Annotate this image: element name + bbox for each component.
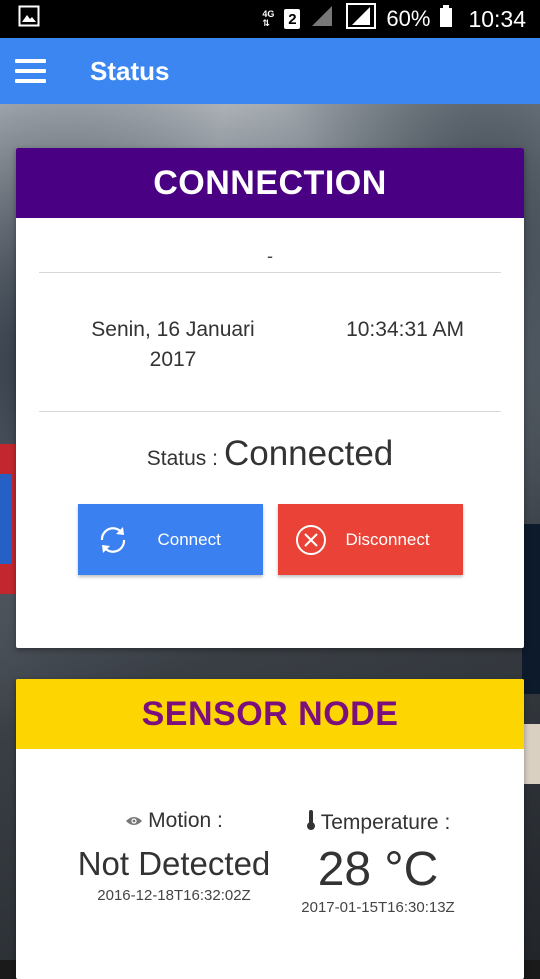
temperature-value: 28 °C <box>317 843 439 896</box>
background-detail <box>524 724 540 784</box>
connection-status: Status : Connected <box>16 434 524 474</box>
system-status-bar: 4G ⇅ 2 60% 10:34 <box>0 0 540 38</box>
divider <box>39 411 501 412</box>
background-detail <box>0 474 12 564</box>
close-circle-icon <box>294 523 328 557</box>
temperature-reading: Temperature : 28 °C 2017-01-15T16:30:13Z <box>278 809 478 916</box>
signal-icon <box>310 4 336 34</box>
hamburger-icon[interactable] <box>0 38 60 104</box>
motion-label-row: Motion : <box>70 809 278 833</box>
background-detail <box>522 524 540 694</box>
motion-label: Motion : <box>148 809 223 832</box>
temperature-label: Temperature : <box>320 811 451 834</box>
sensor-node-header: SENSOR NODE <box>16 679 524 749</box>
clock: 10:34 <box>468 5 526 32</box>
refresh-icon <box>96 523 130 557</box>
sensor-node-card: SENSOR NODE Motion : Not Detected 2016-1… <box>16 679 524 979</box>
sim-slot-indicator: 2 <box>284 9 301 29</box>
battery-icon <box>440 5 453 33</box>
disconnect-label: Disconnect <box>345 529 430 549</box>
connection-card: CONNECTION - Senin, 16 Januari 2017 10:3… <box>16 148 524 648</box>
connect-button[interactable]: Connect <box>77 504 263 575</box>
connection-buttons: Connect Disconnect <box>16 504 524 575</box>
battery-percentage: 60% <box>386 6 431 31</box>
status-label: Status : <box>146 447 218 470</box>
image-icon <box>18 5 40 33</box>
thermometer-icon <box>306 809 316 837</box>
eye-icon <box>125 809 143 833</box>
disconnect-button[interactable]: Disconnect <box>277 504 463 575</box>
motion-value: Not Detected <box>77 845 271 882</box>
sensor-readings: Motion : Not Detected 2016-12-18T16:32:0… <box>16 749 524 916</box>
datetime-row: Senin, 16 Januari 2017 10:34:31 AM <box>16 273 524 411</box>
signal-icon <box>346 3 377 35</box>
temperature-label-row: Temperature : <box>278 809 478 837</box>
app-bar: Status <box>0 38 540 104</box>
current-time: 10:34:31 AM <box>346 318 464 341</box>
motion-timestamp: 2016-12-18T16:32:02Z <box>97 887 251 904</box>
temperature-timestamp: 2017-01-15T16:30:13Z <box>301 899 455 916</box>
connection-header: CONNECTION <box>16 148 524 218</box>
connect-label: Connect <box>157 529 221 549</box>
network-type-indicator: 4G ⇅ <box>262 9 275 28</box>
status-value: Connected <box>223 434 394 473</box>
current-date: Senin, 16 Januari 2017 <box>91 318 255 371</box>
page-title: Status <box>90 55 170 86</box>
motion-reading: Motion : Not Detected 2016-12-18T16:32:0… <box>16 809 278 916</box>
connection-host: - <box>267 246 273 266</box>
